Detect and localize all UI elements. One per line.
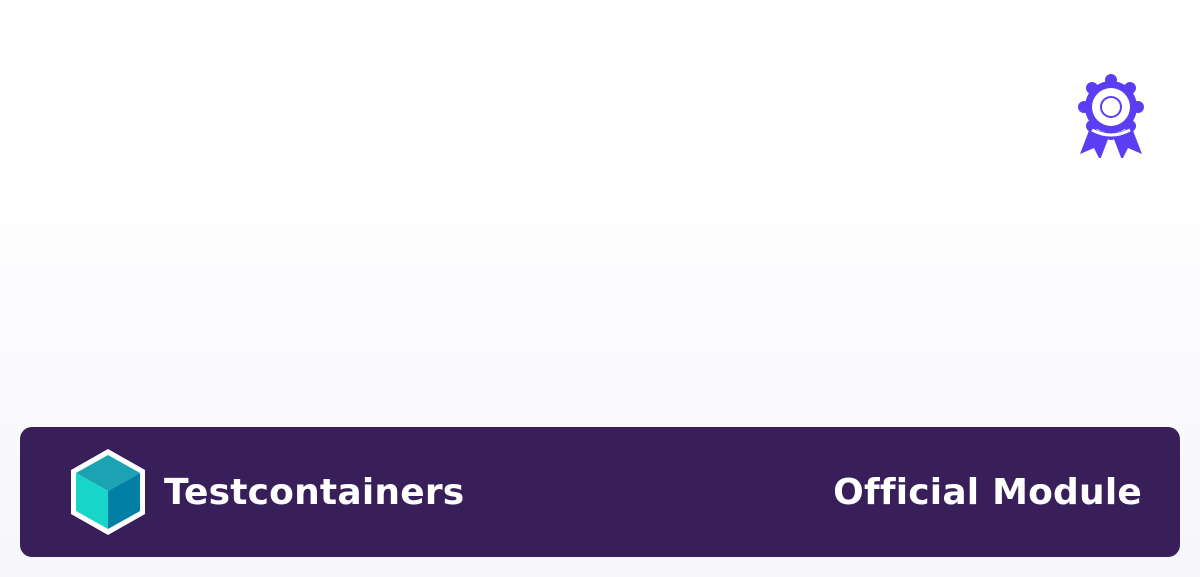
testcontainers-cube-icon: [71, 449, 145, 535]
award-ribbon-icon: [1078, 74, 1144, 158]
footer-bar: Testcontainers Official Module: [20, 427, 1180, 557]
brand-name: Testcontainers: [164, 471, 465, 513]
official-module-label: Official Module: [833, 471, 1142, 513]
brand: Testcontainers: [68, 447, 464, 537]
